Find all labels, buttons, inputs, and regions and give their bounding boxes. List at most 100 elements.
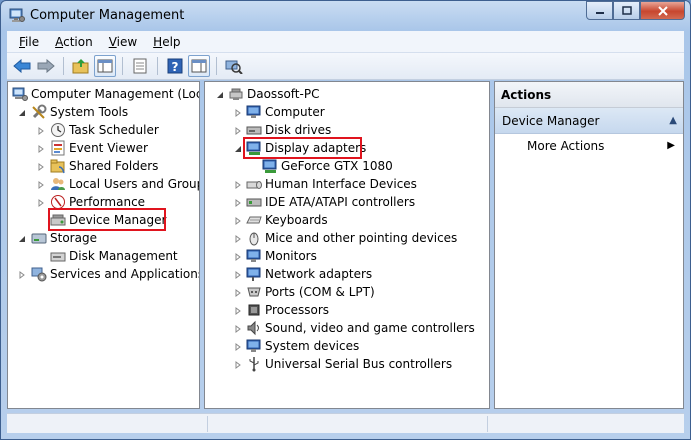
expand-arrow-icon[interactable] [36, 180, 46, 190]
properties-button[interactable] [129, 55, 151, 77]
computer-management-icon [9, 7, 25, 23]
toolbar-separator [216, 57, 217, 75]
expand-arrow-icon[interactable] [233, 216, 243, 226]
close-icon [657, 5, 668, 16]
minimize-icon [595, 11, 604, 14]
collapse-arrow-icon[interactable] [215, 90, 225, 100]
expand-arrow-icon[interactable] [233, 342, 243, 352]
expand-arrow-icon[interactable] [233, 306, 243, 316]
device-category-mice[interactable]: Mice and other pointing devices [246, 229, 457, 247]
tree-item-disk-management[interactable]: Disk Management [50, 247, 178, 265]
show-hide-action-pane-button[interactable] [188, 55, 210, 77]
close-button[interactable] [640, 1, 685, 20]
expand-arrow-icon[interactable] [233, 288, 243, 298]
expand-arrow-icon[interactable] [17, 270, 27, 280]
console-tree-pane[interactable]: Computer Management (Local System Tools … [7, 81, 200, 409]
expand-arrow-icon[interactable] [233, 198, 243, 208]
more-actions-item[interactable]: More Actions ▶ [495, 134, 683, 158]
show-hide-tree-icon [97, 59, 113, 73]
computer-icon [228, 86, 244, 102]
expand-arrow-icon[interactable] [233, 108, 243, 118]
device-category-usb[interactable]: Universal Serial Bus controllers [246, 355, 452, 373]
tree-item-storage[interactable]: Storage [31, 229, 97, 247]
shared-folder-icon [50, 158, 66, 174]
menu-view[interactable]: View [101, 35, 145, 49]
tree-item-system-tools[interactable]: System Tools [31, 103, 128, 121]
toolbar-separator [122, 57, 123, 75]
tree-item-task-scheduler[interactable]: Task Scheduler [50, 121, 159, 139]
expand-arrow-icon[interactable] [233, 360, 243, 370]
tree-label: Disk Management [69, 249, 178, 263]
tree-item-computer-management[interactable]: Computer Management (Local [12, 85, 199, 103]
tree-item-event-viewer[interactable]: Event Viewer [50, 139, 148, 157]
device-category-sound[interactable]: Sound, video and game controllers [246, 319, 475, 337]
expand-arrow-icon[interactable] [36, 198, 46, 208]
device-category-processors[interactable]: Processors [246, 301, 329, 319]
menu-help-label: elp [162, 34, 181, 49]
expand-arrow-icon[interactable] [233, 180, 243, 190]
device-gpu[interactable]: GeForce GTX 1080 [262, 157, 393, 175]
collapse-arrow-icon[interactable] [17, 234, 27, 244]
expand-arrow-icon[interactable] [233, 234, 243, 244]
device-category-ports[interactable]: Ports (COM & LPT) [246, 283, 375, 301]
tree-label: Network adapters [265, 267, 373, 281]
actions-section-device-manager[interactable]: Device Manager ▲ [495, 108, 683, 134]
storage-icon [31, 230, 47, 246]
collapse-arrow-icon[interactable] [17, 108, 27, 118]
submenu-arrow-icon: ▶ [667, 140, 675, 151]
device-category-system-devices[interactable]: System devices [246, 337, 359, 355]
device-tree-root[interactable]: Daossoft-PC [228, 85, 319, 103]
device-category-keyboards[interactable]: Keyboards [246, 211, 328, 229]
device-category-network[interactable]: Network adapters [246, 265, 372, 283]
monitor-icon [246, 104, 262, 120]
scan-hardware-icon [225, 60, 243, 74]
expand-arrow-icon[interactable] [36, 144, 46, 154]
title-bar[interactable]: Computer Management [1, 1, 690, 31]
tree-label: Local Users and Groups [69, 177, 200, 191]
help-button[interactable]: ? [164, 55, 186, 77]
computer-management-icon [12, 86, 28, 102]
computer-management-window: Computer Management File Action View Hel… [0, 0, 691, 440]
tree-label: Keyboards [265, 213, 328, 227]
show-hide-action-pane-icon [191, 59, 207, 73]
minimize-button[interactable] [586, 1, 613, 20]
menu-action-label: ction [63, 34, 93, 49]
usb-icon [246, 356, 262, 372]
expand-arrow-icon[interactable] [233, 126, 243, 136]
tree-item-shared-folders[interactable]: Shared Folders [50, 157, 158, 175]
users-icon [50, 176, 66, 192]
maximize-button[interactable] [613, 1, 640, 20]
back-button[interactable] [11, 55, 33, 77]
port-icon [246, 284, 262, 300]
menu-file[interactable]: File [11, 35, 47, 49]
show-hide-tree-button[interactable] [94, 55, 116, 77]
system-device-icon [246, 338, 262, 354]
expand-arrow-icon[interactable] [36, 162, 46, 172]
menu-action[interactable]: Action [47, 35, 101, 49]
expand-arrow-icon[interactable] [36, 126, 46, 136]
monitor-icon [246, 248, 262, 264]
device-tree-pane[interactable]: Daossoft-PC Computer Disk drives Display… [204, 81, 490, 409]
toolbar: ? [7, 53, 684, 80]
forward-button[interactable] [35, 55, 57, 77]
device-category-hid[interactable]: Human Interface Devices [246, 175, 417, 193]
tree-item-local-users-groups[interactable]: Local Users and Groups [50, 175, 200, 193]
collapse-up-icon[interactable]: ▲ [669, 108, 677, 134]
expand-arrow-icon[interactable] [233, 252, 243, 262]
expand-arrow-icon[interactable] [233, 324, 243, 334]
scan-hardware-button[interactable] [223, 55, 245, 77]
device-category-computer[interactable]: Computer [246, 103, 325, 121]
clock-icon [50, 122, 66, 138]
collapse-arrow-icon[interactable] [233, 144, 243, 154]
help-icon: ? [167, 58, 183, 74]
menu-help[interactable]: Help [145, 35, 188, 49]
device-category-monitors[interactable]: Monitors [246, 247, 317, 265]
tree-label: Disk drives [265, 123, 332, 137]
tree-label: Sound, video and game controllers [265, 321, 475, 335]
mouse-icon [246, 230, 262, 246]
device-category-ide[interactable]: IDE ATA/ATAPI controllers [246, 193, 415, 211]
up-folder-button[interactable] [70, 55, 92, 77]
tree-label: Monitors [265, 249, 317, 263]
expand-arrow-icon[interactable] [233, 270, 243, 280]
tree-item-services-applications[interactable]: Services and Applications [31, 265, 199, 283]
